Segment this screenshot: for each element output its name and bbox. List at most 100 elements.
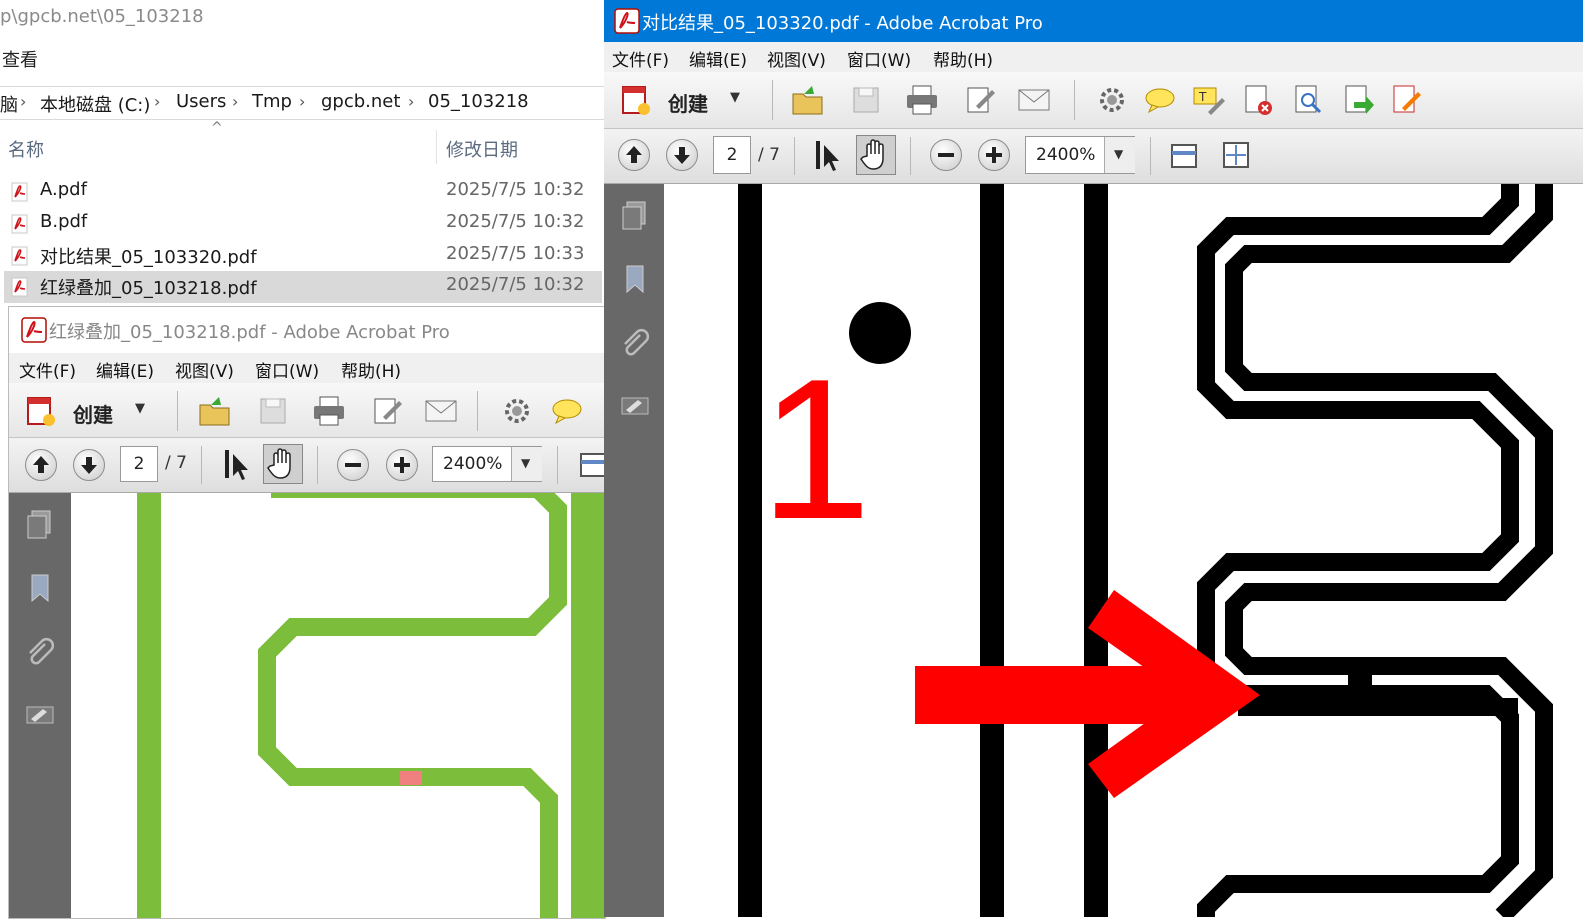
previous-page-button[interactable] (618, 139, 650, 171)
menu-view[interactable]: 视图(V) (767, 46, 826, 71)
hand-icon (267, 448, 291, 479)
column-header-date[interactable]: 修改日期 (446, 136, 518, 162)
plus-icon (394, 457, 410, 473)
select-text-cursor-icon[interactable] (810, 137, 846, 173)
menu-window[interactable]: 窗口(W) (847, 46, 911, 71)
menu-view[interactable]: 查看 (2, 46, 38, 72)
fit-width-icon[interactable] (577, 446, 606, 482)
file-date: 2025/7/5 10:32 (446, 179, 585, 200)
settings-gear-icon[interactable] (1094, 82, 1130, 118)
zoom-in-button[interactable] (386, 449, 418, 481)
fit-width-icon[interactable] (1168, 137, 1204, 173)
file-name: 红绿叠加_05_103218.pdf (40, 278, 257, 299)
signature-icon[interactable] (23, 699, 57, 733)
file-row[interactable]: B.pdf 2025/7/5 10:32 (4, 208, 602, 240)
window-title: 红绿叠加_05_103218.pdf - Adobe Acrobat Pro (49, 322, 450, 343)
breadcrumb-item-gpcb[interactable]: gpcb.net (321, 91, 400, 112)
chevron-down-icon: ▼ (135, 401, 145, 416)
open-folder-icon[interactable] (790, 82, 826, 118)
print-icon[interactable] (904, 82, 940, 118)
window-path: p\gpcb.net\05_103218 (0, 6, 204, 27)
zoom-out-button[interactable] (337, 449, 369, 481)
hand-tool-button[interactable] (856, 135, 896, 175)
zoom-dropdown-button[interactable]: ▼ (1104, 137, 1135, 173)
email-icon[interactable] (1016, 82, 1052, 118)
bookmark-icon[interactable] (23, 571, 57, 605)
zoom-dropdown-button[interactable]: ▼ (511, 447, 542, 481)
breadcrumb-item-users[interactable]: Users (176, 91, 226, 112)
create-button[interactable]: 创建 ▼ (23, 393, 163, 429)
breadcrumb-item-pc[interactable]: 脑 (0, 91, 18, 117)
navigation-toolbar: 2 / 7 2400% ▼ (9, 438, 605, 493)
zoom-dropdown[interactable]: 2400% ▼ (1025, 136, 1135, 174)
select-text-cursor-icon[interactable] (219, 446, 255, 482)
navigation-pane (604, 184, 664, 917)
titlebar: 红绿叠加_05_103218.pdf - Adobe Acrobat Pro (9, 307, 605, 353)
fit-page-icon[interactable] (1218, 137, 1254, 173)
next-page-button[interactable] (73, 449, 105, 481)
delete-page-icon[interactable] (1240, 82, 1276, 118)
comment-icon[interactable] (549, 393, 585, 429)
column-divider[interactable] (436, 130, 437, 164)
breadcrumb-item-tmp[interactable]: Tmp (252, 91, 292, 112)
document-canvas[interactable] (71, 493, 605, 918)
attachment-paperclip-icon[interactable] (23, 635, 57, 669)
breadcrumb-item-drive[interactable]: 本地磁盘 (C:) (40, 91, 150, 117)
pdf-file-icon (11, 277, 28, 297)
menu-file[interactable]: 文件(F) (19, 357, 76, 382)
page-thumbnails-icon[interactable] (23, 507, 57, 541)
settings-gear-icon[interactable] (499, 393, 535, 429)
comment-icon[interactable] (1142, 82, 1178, 118)
zoom-value: 2400% (1036, 145, 1096, 165)
page-number-input[interactable]: 2 (713, 136, 751, 174)
menu-file[interactable]: 文件(F) (612, 46, 669, 71)
sign-document-icon[interactable] (1388, 82, 1424, 118)
toolbar-separator (557, 446, 558, 484)
export-document-icon[interactable] (1340, 82, 1376, 118)
chevron-right-icon: › (299, 92, 306, 111)
difference-number-label: 1 (760, 338, 872, 561)
create-button[interactable]: 创建 ▼ (618, 82, 768, 118)
menu-bar: 文件(F) 编辑(E) 视图(V) 窗口(W) 帮助(H) (604, 42, 1583, 72)
page-number-input[interactable]: 2 (120, 446, 158, 482)
find-document-icon[interactable] (1290, 82, 1326, 118)
navigation-toolbar: 2 / 7 2400% ▼ (604, 129, 1583, 184)
attachment-paperclip-icon[interactable] (618, 326, 652, 360)
highlight-text-icon[interactable]: T (1190, 82, 1226, 118)
menu-edit[interactable]: 编辑(E) (689, 46, 747, 71)
edit-document-icon[interactable] (369, 393, 405, 429)
previous-page-button[interactable] (25, 449, 57, 481)
save-icon[interactable] (255, 393, 291, 429)
menu-window[interactable]: 窗口(W) (255, 357, 319, 382)
breadcrumb[interactable]: 脑 › 本地磁盘 (C:) › Users › Tmp › gpcb.net ›… (0, 86, 604, 120)
next-page-button[interactable] (666, 139, 698, 171)
menu-help[interactable]: 帮助(H) (341, 357, 401, 382)
toolbar-separator (1150, 137, 1151, 175)
pdf-file-icon (11, 182, 28, 202)
document-canvas[interactable]: 1 (664, 184, 1583, 917)
open-folder-icon[interactable] (197, 393, 233, 429)
file-row[interactable]: A.pdf 2025/7/5 10:32 (4, 176, 602, 208)
page-thumbnails-icon[interactable] (618, 198, 652, 232)
save-icon[interactable] (848, 82, 884, 118)
signature-icon[interactable] (618, 390, 652, 424)
file-row-selected[interactable]: 红绿叠加_05_103218.pdf 2025/7/5 10:32 (4, 271, 602, 303)
bookmark-icon[interactable] (618, 262, 652, 296)
toolbar-separator (910, 137, 911, 175)
create-label: 创建 (73, 403, 113, 427)
menu-view[interactable]: 视图(V) (175, 357, 234, 382)
zoom-dropdown[interactable]: 2400% ▼ (432, 446, 542, 482)
toolbar-separator (477, 391, 478, 431)
breadcrumb-item-folder[interactable]: 05_103218 (428, 91, 529, 112)
email-icon[interactable] (423, 393, 459, 429)
edit-document-icon[interactable] (962, 82, 998, 118)
menu-edit[interactable]: 编辑(E) (96, 357, 154, 382)
create-pdf-icon (622, 86, 650, 115)
zoom-in-button[interactable] (978, 139, 1010, 171)
menu-help[interactable]: 帮助(H) (933, 46, 993, 71)
file-row[interactable]: 对比结果_05_103320.pdf 2025/7/5 10:33 (4, 240, 602, 272)
hand-tool-button[interactable] (263, 444, 303, 484)
print-icon[interactable] (311, 393, 347, 429)
column-header-name[interactable]: 名称 (8, 136, 44, 162)
zoom-out-button[interactable] (930, 139, 962, 171)
